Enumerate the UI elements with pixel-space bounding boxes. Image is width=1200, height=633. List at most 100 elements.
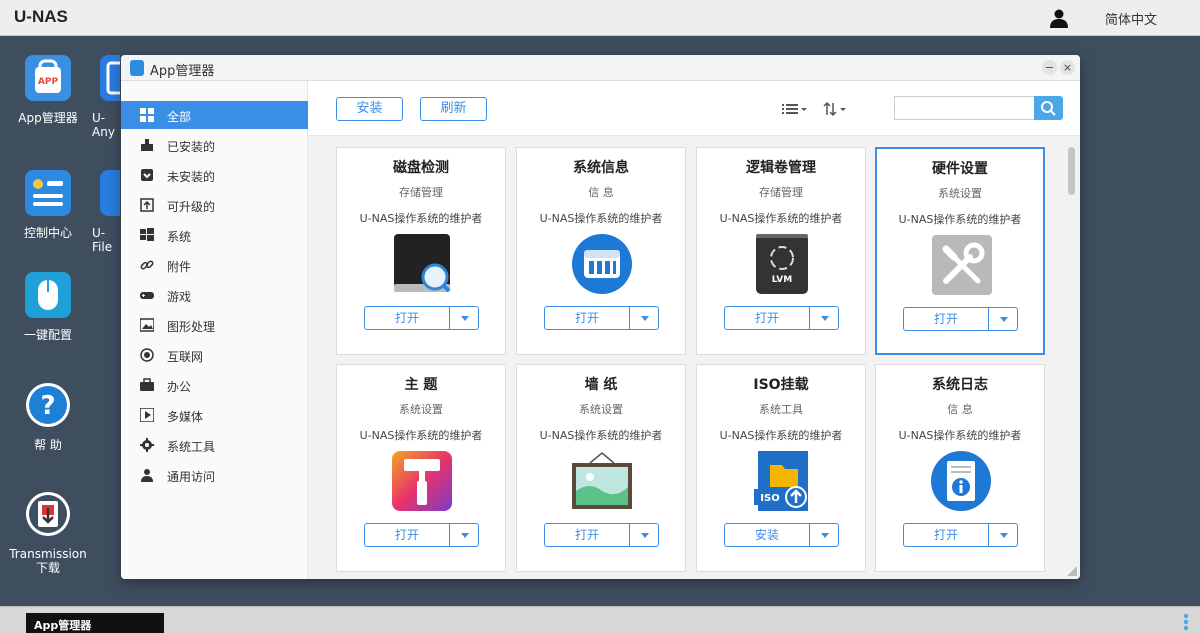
taskbar-item-app-manager[interactable]: App管理器: [26, 613, 164, 633]
sidebar-item-graphics[interactable]: 图形处理: [121, 311, 308, 339]
window-titlebar[interactable]: App管理器 − ×: [121, 55, 1080, 81]
app-card-wallpaper[interactable]: 墙 纸 系统设置 U-NAS操作系统的维护者 打开: [516, 364, 686, 572]
language-selector[interactable]: 简体中文: [1105, 9, 1157, 28]
svg-text:?: ?: [40, 391, 55, 421]
brand-logo: U-NAS: [14, 7, 68, 26]
lvm-icon: LVM: [756, 234, 808, 294]
grid-icon: [140, 108, 154, 122]
sidebar-item-internet[interactable]: 互联网: [121, 341, 308, 369]
desktop-icon-app-manager[interactable]: APP App管理器: [8, 55, 88, 125]
app-maintainer: U-NAS操作系统的维护者: [539, 212, 663, 225]
sidebar-item-label: 图形处理: [167, 320, 216, 334]
more-dots-icon[interactable]: [1183, 613, 1189, 631]
wallpaper-icon: [572, 452, 632, 509]
desktop-icon-control-center[interactable]: 控制中心: [8, 170, 88, 240]
desktop-icon-label: Transmission下载: [9, 547, 87, 575]
app-category: 系统设置: [938, 187, 982, 200]
install-app-button[interactable]: 安装: [724, 523, 810, 547]
app-name: 主 题: [404, 377, 438, 393]
sidebar-item-system[interactable]: 系统: [121, 221, 308, 249]
upgrade-icon: [140, 198, 154, 212]
search-icon: [1041, 101, 1056, 116]
window-title: App管理器: [150, 64, 215, 79]
sidebar-item-all[interactable]: 全部: [121, 101, 308, 129]
app-manager-icon: APP: [25, 55, 71, 101]
app-card-system-log[interactable]: 系统日志 信 息 U-NAS操作系统的维护者 打开: [875, 364, 1045, 572]
link-icon: [140, 260, 154, 270]
desktop-icon-label: U-Any: [92, 111, 115, 139]
app-card-theme[interactable]: 主 题 系统设置 U-NAS操作系统的维护者 打开: [336, 364, 506, 572]
log-info-icon: [931, 451, 991, 511]
chevron-down-icon[interactable]: [988, 523, 1018, 547]
gear-icon: [140, 438, 154, 452]
sidebar-item-office[interactable]: 办公: [121, 371, 308, 399]
app-name: ISO挂载: [753, 377, 809, 393]
app-card-disk-check[interactable]: 磁盘检测 存储管理 U-NAS操作系统的维护者 打开: [336, 147, 506, 355]
image-icon: [140, 318, 154, 332]
desktop-icon-transmission[interactable]: Transmission下载: [4, 491, 92, 575]
desktop-icon-one-click[interactable]: 一键配置: [8, 272, 88, 342]
briefcase-icon: [140, 378, 154, 391]
chevron-down-icon[interactable]: [629, 306, 659, 330]
close-button[interactable]: ×: [1060, 60, 1075, 75]
open-button[interactable]: 打开: [544, 523, 630, 547]
sidebar-item-games[interactable]: 游戏: [121, 281, 308, 309]
open-button[interactable]: 打开: [724, 306, 810, 330]
desktop-icon-u-file[interactable]: U-File: [84, 170, 120, 254]
sidebar-item-label: 附件: [167, 260, 192, 274]
scrollbar-thumb[interactable]: [1068, 147, 1075, 195]
chevron-down-icon[interactable]: [449, 306, 479, 330]
u-any-icon: [100, 55, 120, 101]
iso-icon: ISO: [754, 451, 808, 511]
refresh-button[interactable]: 刷新: [420, 97, 487, 121]
install-button[interactable]: 安装: [336, 97, 403, 121]
app-card-system-info[interactable]: 系统信息 信 息 U-NAS操作系统的维护者 打开: [516, 147, 686, 355]
app-card-iso-mount[interactable]: ISO挂载 系统工具 U-NAS操作系统的维护者 ISO 安装: [696, 364, 866, 572]
category-sidebar: 全部 已安装的 未安装的 可升级的 系统 附件 游戏 图形处理 互联网 办公 多…: [121, 81, 308, 579]
resize-grip-icon[interactable]: [1067, 566, 1077, 576]
sidebar-item-label: 办公: [167, 380, 192, 394]
sidebar-item-accessibility[interactable]: 通用访问: [121, 461, 308, 489]
sidebar-item-label: 全部: [167, 110, 192, 124]
app-maintainer: U-NAS操作系统的维护者: [719, 429, 843, 442]
open-button[interactable]: 打开: [544, 306, 630, 330]
app-category: 系统设置: [399, 403, 443, 416]
chevron-down-icon[interactable]: [629, 523, 659, 547]
chevron-down-icon[interactable]: [809, 306, 839, 330]
open-button[interactable]: 打开: [903, 307, 989, 331]
sidebar-item-label: 未安装的: [167, 170, 216, 184]
app-category: 系统工具: [759, 403, 803, 416]
chevron-down-icon[interactable]: [449, 523, 479, 547]
minimize-button[interactable]: −: [1042, 60, 1057, 75]
desktop-icon-u-any[interactable]: U-Any: [84, 55, 120, 139]
chevron-down-icon[interactable]: [988, 307, 1018, 331]
chevron-down-icon[interactable]: [809, 523, 839, 547]
search-input[interactable]: [894, 96, 1034, 120]
sort-icon[interactable]: [822, 101, 852, 117]
app-category: 系统设置: [579, 403, 623, 416]
open-button[interactable]: 打开: [364, 306, 450, 330]
search-button[interactable]: [1034, 96, 1063, 120]
list-view-icon[interactable]: [780, 101, 810, 117]
person-icon: [141, 469, 153, 482]
desktop-icon-help[interactable]: ? 帮 助: [8, 382, 88, 452]
sidebar-item-system-tools[interactable]: 系统工具: [121, 431, 308, 459]
sidebar-item-label: 可升级的: [167, 200, 216, 214]
app-category: 存储管理: [399, 186, 443, 199]
sidebar-item-label: 通用访问: [167, 470, 216, 484]
sidebar-item-multimedia[interactable]: 多媒体: [121, 401, 308, 429]
app-category: 存储管理: [759, 186, 803, 199]
top-bar: U-NAS 简体中文: [0, 0, 1200, 36]
app-card-lvm[interactable]: 逻辑卷管理 存储管理 U-NAS操作系统的维护者 LVM 打开: [696, 147, 866, 355]
sidebar-item-installed[interactable]: 已安装的: [121, 131, 308, 159]
open-button[interactable]: 打开: [364, 523, 450, 547]
open-button[interactable]: 打开: [903, 523, 989, 547]
app-card-hardware-settings[interactable]: 硬件设置 系统设置 U-NAS操作系统的维护者 打开: [875, 147, 1045, 355]
u-file-icon: [100, 170, 120, 216]
sidebar-item-upgradable[interactable]: 可升级的: [121, 191, 308, 219]
toolbar: 安装 刷新: [308, 81, 1080, 136]
sidebar-item-accessories[interactable]: 附件: [121, 251, 308, 279]
mouse-icon: [25, 272, 71, 318]
sidebar-item-uninstalled[interactable]: 未安装的: [121, 161, 308, 189]
user-icon[interactable]: [1049, 8, 1069, 28]
